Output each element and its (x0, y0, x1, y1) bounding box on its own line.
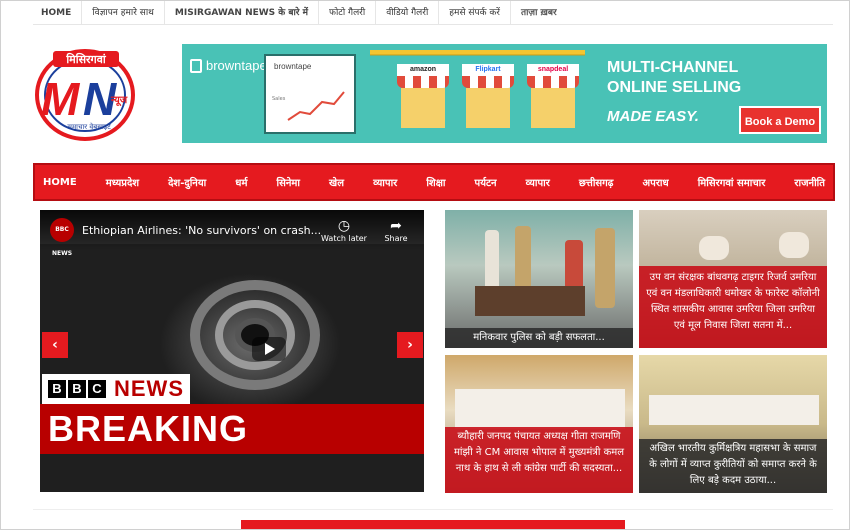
crane-icon (370, 50, 585, 56)
ad-store-snapdeal: snapdeal (527, 64, 579, 134)
bbc-letter: B (48, 380, 66, 398)
video-title[interactable]: Ethiopian Airlines: 'No survivors' on cr… (82, 224, 321, 237)
top-menu-latest-news[interactable]: ताज़ा ख़बर (511, 1, 567, 25)
slider-next-button[interactable]: › (397, 332, 423, 358)
nav-dharm[interactable]: धर्म (235, 175, 247, 189)
news-tile-caption[interactable]: ब्यौहारी जनपद पंचायत अध्यक्ष गीता राजमणि… (445, 427, 633, 493)
store-label: snapdeal (527, 64, 579, 76)
sales-graph-icon (287, 91, 345, 121)
clock-icon: ◷ (337, 218, 351, 234)
main-nav: HOME मध्यप्रदेश देश-दुनिया धर्म सिनेमा ख… (33, 163, 835, 201)
bbc-letter: C (88, 380, 106, 398)
bbc-letter: B (68, 380, 86, 398)
ad-banner[interactable]: browntape browntape Sales amazon Flipkar… (182, 44, 827, 143)
ad-headline-line-2: ONLINE SELLING (607, 79, 742, 96)
bbc-news-word: NEWS (114, 376, 184, 401)
chevron-left-icon: ‹ (52, 337, 58, 353)
ad-headline: MULTI-CHANNEL ONLINE SELLING (607, 58, 741, 98)
news-tile-caption[interactable]: उप वन संरक्षक बांधवगढ़ टाइगर रिजर्व उमरि… (639, 266, 827, 348)
site-logo-graphic: मिसिरगवां M N न्यूज समाचार वेबसाइट (35, 49, 135, 141)
watch-later-button[interactable]: ◷ Watch later (318, 218, 370, 243)
top-menu-advertise[interactable]: विज्ञापन हमारे साथ (82, 1, 165, 25)
book-demo-button[interactable]: Book a Demo (739, 106, 821, 134)
slider-prev-button[interactable]: ‹ (42, 332, 68, 358)
ad-brand-text: browntape (206, 58, 267, 73)
news-tile-2[interactable]: उप वन संरक्षक बांधवगढ़ टाइगर रिजर्व उमरि… (639, 210, 827, 348)
site-logo[interactable]: मिसिरगवां M N न्यूज समाचार वेबसाइट MN (33, 45, 141, 141)
nav-misirgawan-samachar[interactable]: मिसिरगवां समाचार (698, 175, 766, 189)
top-menu-home[interactable]: HOME (33, 1, 83, 25)
top-menu-video-gallery[interactable]: वीडियो गैलरी (376, 1, 440, 25)
nav-rajniti[interactable]: राजनीति (794, 175, 825, 189)
top-menu-photo-gallery[interactable]: फोटो गैलरी (319, 1, 377, 25)
share-button[interactable]: ➦ Share (370, 218, 422, 243)
ad-screen-label: Sales (272, 96, 286, 102)
top-menu-contact[interactable]: हमसे संपर्क करें (439, 1, 511, 25)
ad-brand: browntape (190, 58, 267, 73)
top-menu: HOME विज्ञापन हमारे साथ MISIRGAWAN NEWS … (33, 1, 833, 25)
nav-cinema[interactable]: सिनेमा (277, 175, 300, 189)
nav-paryatan[interactable]: पर्यटन (475, 175, 497, 189)
ad-subline: MADE EASY. (607, 108, 699, 125)
nav-desh-duniya[interactable]: देश-दुनिया (168, 175, 206, 189)
ad-headline-line-1: MULTI-CHANNEL (607, 59, 739, 76)
nav-apradh[interactable]: अपराध (643, 175, 669, 189)
browntape-logo-icon (190, 58, 202, 73)
play-button[interactable] (252, 337, 286, 361)
store-label: amazon (397, 64, 449, 76)
store-label: Flipkart (462, 64, 514, 76)
divider (33, 509, 833, 510)
ad-store-flipkart: Flipkart (462, 64, 514, 134)
chevron-right-icon: › (407, 337, 413, 353)
breaking-banner: BREAKING (40, 404, 424, 454)
watch-later-label: Watch later (321, 234, 367, 243)
video-thumbnail (40, 244, 424, 492)
news-tile-3[interactable]: ब्यौहारी जनपद पंचायत अध्यक्ष गीता राजमणि… (445, 355, 633, 493)
svg-text:M: M (41, 73, 81, 125)
channel-avatar[interactable]: BBC NEWS (50, 218, 74, 257)
nav-shiksha[interactable]: शिक्षा (426, 175, 445, 189)
share-label: Share (384, 234, 408, 243)
nav-madhya-pradesh[interactable]: मध्यप्रदेश (106, 175, 139, 189)
bbc-news-logo: B B C NEWS (42, 374, 190, 404)
nav-khel[interactable]: खेल (329, 175, 344, 189)
ad-screen-brand: browntape (274, 62, 312, 71)
logo-side-text: न्यूज (110, 95, 128, 107)
nav-vyapar-2[interactable]: व्यापार (526, 175, 550, 189)
logo-top-text: मिसिरगवां (65, 52, 107, 66)
news-tile-caption[interactable]: अखिल भारतीय कुर्मिक्षत्रिय महासभा के समा… (639, 439, 827, 493)
top-menu-about[interactable]: MISIRGAWAN NEWS के बारे में (165, 1, 320, 25)
share-icon: ➦ (390, 218, 402, 234)
news-tile-4[interactable]: अखिल भारतीय कुर्मिक्षत्रिय महासभा के समा… (639, 355, 827, 493)
logo-tagline: समाचार वेबसाइट (67, 122, 111, 131)
ad-store-amazon: amazon (397, 64, 449, 134)
nav-vyapar[interactable]: व्यापार (373, 175, 397, 189)
nav-home[interactable]: HOME (43, 177, 77, 188)
nav-chhattisgarh[interactable]: छत्तीसगढ़ (579, 175, 614, 189)
news-tile-1[interactable]: मनिकवार पुलिस को बड़ी सफलता... (445, 210, 633, 348)
news-tile-caption[interactable]: मनिकवार पुलिस को बड़ी सफलता... (445, 328, 633, 348)
featured-video[interactable]: BBC NEWS Ethiopian Airlines: 'No survivo… (40, 210, 424, 492)
page-frame: HOME विज्ञापन हमारे साथ MISIRGAWAN NEWS … (0, 0, 850, 530)
ad-screen-illustration: browntape Sales (264, 54, 356, 134)
section-header-bar (241, 520, 625, 529)
